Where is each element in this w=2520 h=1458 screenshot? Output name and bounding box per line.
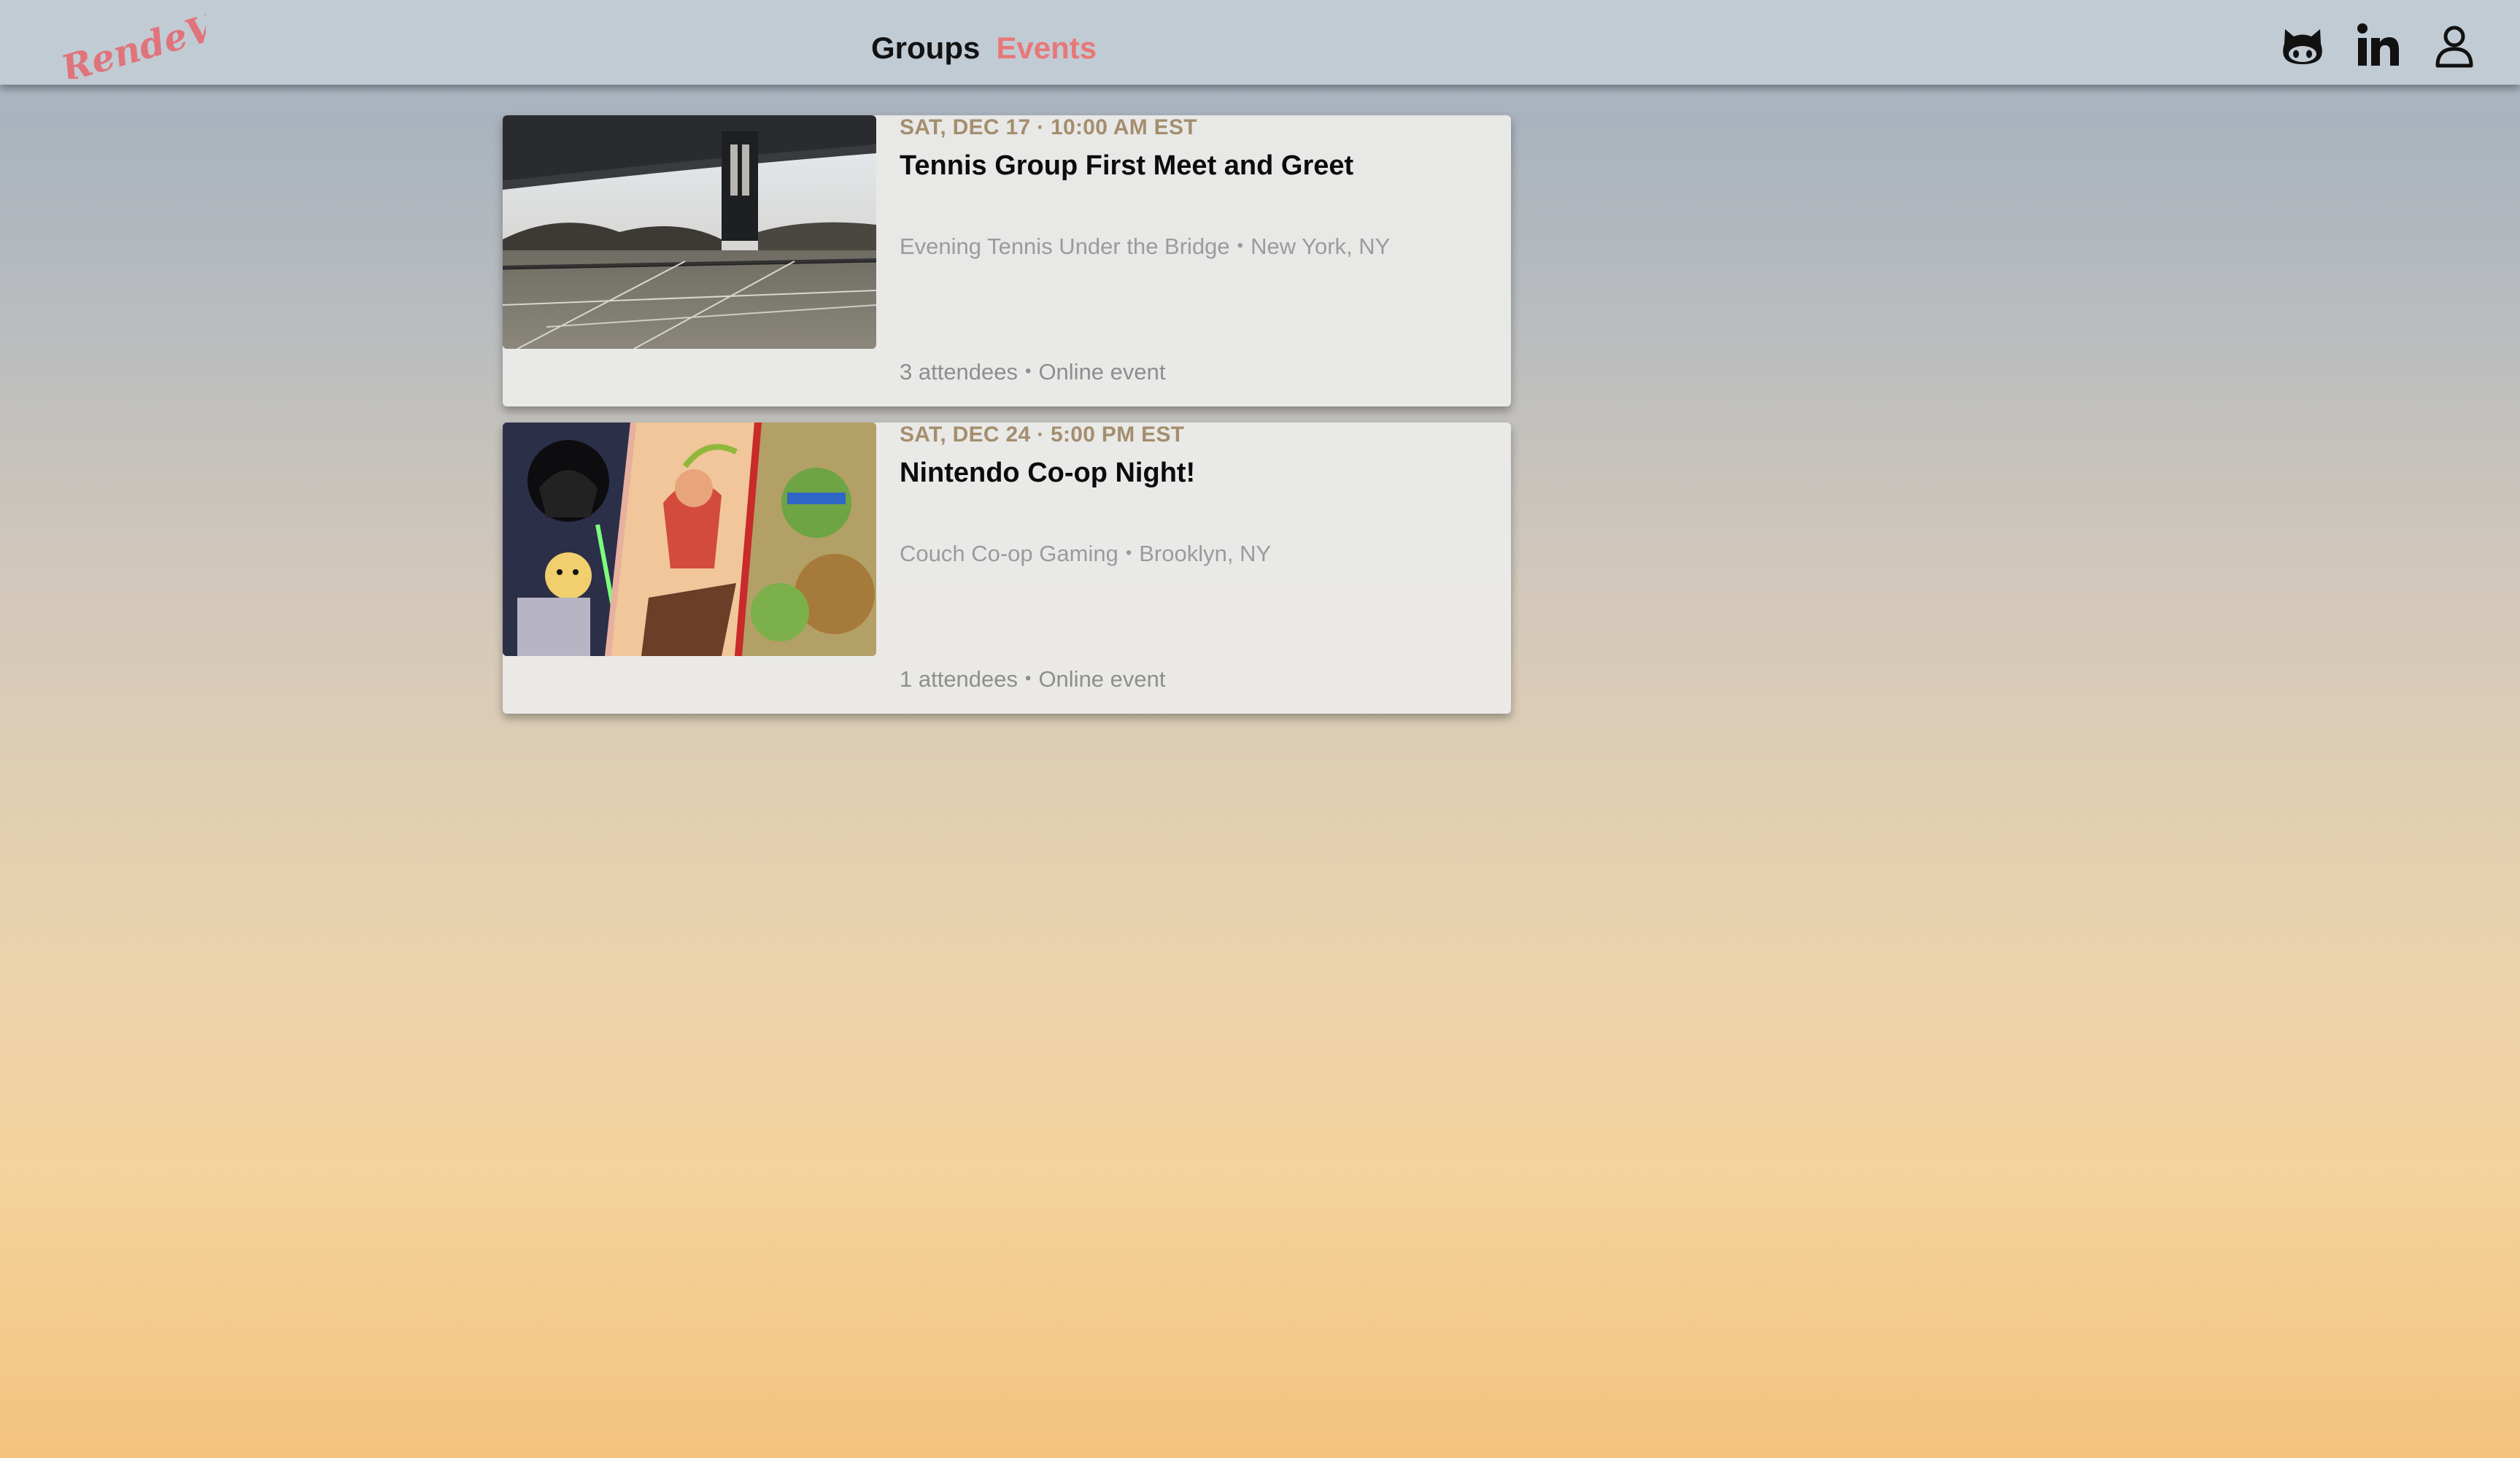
main-nav: Groups Events	[871, 31, 1097, 66]
github-icon[interactable]	[2279, 22, 2326, 69]
logo-wordmark: RendeVue	[55, 0, 266, 90]
nav-events-link[interactable]: Events	[996, 31, 1097, 66]
event-group-name: Evening Tennis Under the Bridge	[900, 234, 1230, 259]
event-type: Online event	[1038, 359, 1166, 385]
event-group-location: Couch Co-op Gaming • Brooklyn, NY	[900, 541, 1271, 567]
separator-dot: •	[1025, 361, 1032, 381]
user-icon[interactable]	[2431, 22, 2478, 69]
event-group-name: Couch Co-op Gaming	[900, 541, 1118, 566]
nav-groups-link[interactable]: Groups	[871, 31, 980, 66]
event-attendees: 3 attendees	[900, 359, 1019, 385]
separator-dot: •	[1125, 543, 1132, 563]
event-date: SAT, DEC 24 · 5:00 PM EST	[900, 423, 1185, 447]
tennis-court-bridge-image	[503, 115, 876, 349]
top-navbar: RendeVue Groups Events	[0, 0, 2520, 90]
rendevue-logo[interactable]: RendeVue	[53, 0, 266, 90]
svg-text:RendeVue: RendeVue	[55, 6, 206, 79]
event-title[interactable]: Tennis Group First Meet and Greet	[900, 150, 1353, 182]
event-location: New York, NY	[1251, 234, 1391, 259]
event-title[interactable]: Nintendo Co-op Night!	[900, 458, 1195, 489]
event-card[interactable]: SAT, DEC 24 · 5:00 PM EST Nintendo Co-op…	[503, 423, 1511, 714]
linkedin-icon[interactable]	[2355, 22, 2402, 69]
event-card[interactable]: SAT, DEC 17 · 10:00 AM EST Tennis Group …	[503, 115, 1511, 406]
separator-dot: •	[1025, 668, 1032, 688]
event-date: SAT, DEC 17 · 10:00 AM EST	[900, 115, 1197, 139]
video-game-collage-image	[503, 423, 876, 656]
event-location: Brooklyn, NY	[1139, 541, 1272, 566]
event-attendees: 1 attendees	[900, 666, 1019, 692]
nav-icon-group	[2279, 22, 2478, 69]
event-meta: 1 attendees • Online event	[900, 666, 1166, 693]
event-list: SAT, DEC 17 · 10:00 AM EST Tennis Group …	[503, 115, 1511, 730]
separator-dot: •	[1237, 236, 1244, 255]
event-type: Online event	[1038, 666, 1166, 692]
event-meta: 3 attendees • Online event	[900, 359, 1166, 385]
event-group-location: Evening Tennis Under the Bridge • New York…	[900, 234, 1390, 260]
